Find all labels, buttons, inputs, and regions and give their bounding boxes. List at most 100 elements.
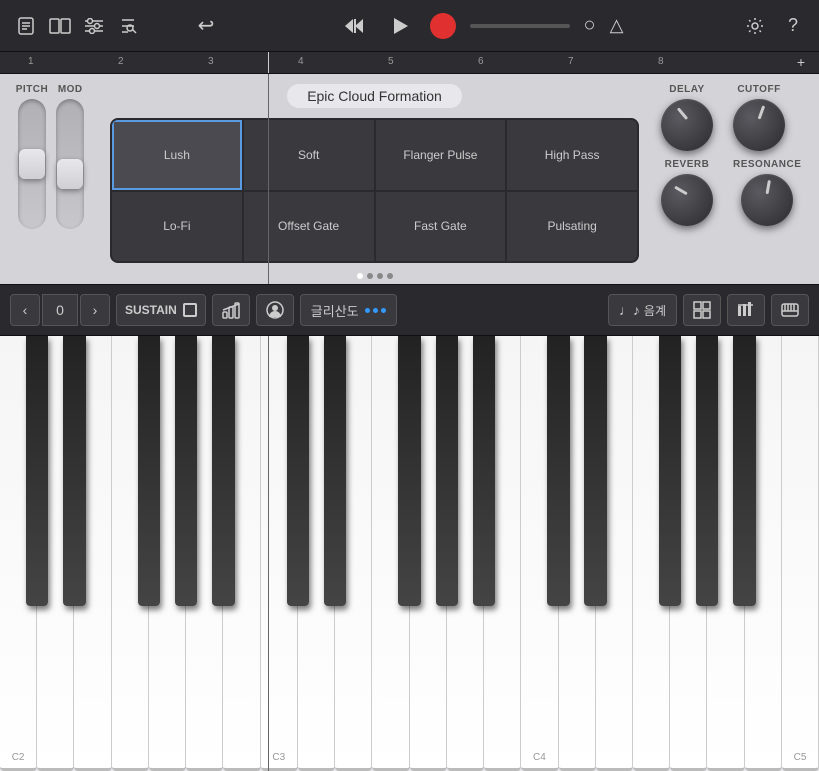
- playhead-line-timeline: [268, 52, 269, 73]
- pad-pulsating[interactable]: Pulsating: [507, 192, 637, 262]
- white-key-21[interactable]: C5: [782, 336, 819, 771]
- resonance-knob[interactable]: [741, 174, 793, 226]
- play-button[interactable]: [384, 10, 416, 42]
- pad-lo-fi[interactable]: Lo-Fi: [112, 192, 242, 262]
- black-key-0[interactable]: [26, 336, 48, 606]
- glissando-button[interactable]: 글리산도: [300, 294, 397, 326]
- prev-button[interactable]: ‹: [10, 294, 40, 326]
- keyboard-button[interactable]: [771, 294, 809, 326]
- page-dot-4[interactable]: [387, 273, 393, 279]
- pad-high-pass[interactable]: High Pass: [507, 120, 637, 190]
- black-key-15[interactable]: [584, 336, 606, 606]
- pitch-thumb: [19, 149, 45, 179]
- metronome-icon[interactable]: ○: [584, 14, 596, 37]
- cutoff-label: CUTOFF: [737, 84, 780, 95]
- rewind-button[interactable]: [338, 10, 370, 42]
- toolbar-left-group: [12, 12, 142, 40]
- record-button[interactable]: [430, 13, 456, 39]
- black-key-14[interactable]: [547, 336, 569, 606]
- black-key-4[interactable]: [175, 336, 197, 606]
- pitch-slider[interactable]: [18, 99, 46, 229]
- nav-group: ‹ 0 ›: [10, 294, 110, 326]
- mod-slider-container: MOD: [56, 84, 84, 229]
- undo-icon[interactable]: ↩: [192, 12, 220, 40]
- timeline: 1 2 3 4 5 6 7 8 +: [0, 52, 819, 74]
- velocity-button[interactable]: [727, 294, 765, 326]
- black-key-8[interactable]: [324, 336, 346, 606]
- add-track-icon[interactable]: +: [797, 54, 805, 70]
- pad-label-high-pass: High Pass: [545, 148, 600, 162]
- slider-group: PITCH MOD: [16, 84, 85, 229]
- preset-name-bar[interactable]: Epic Cloud Formation: [287, 84, 462, 108]
- timeline-mark-5: 5: [388, 56, 394, 67]
- pitch-slider-container: PITCH: [16, 84, 49, 229]
- cutoff-knob-container: CUTOFF: [733, 84, 785, 151]
- pad-label-fast-gate: Fast Gate: [414, 219, 467, 233]
- tempo-icon[interactable]: △: [610, 15, 624, 36]
- sustain-button[interactable]: SUSTAIN: [116, 294, 206, 326]
- black-key-11[interactable]: [436, 336, 458, 606]
- black-key-18[interactable]: [696, 336, 718, 606]
- black-key-12[interactable]: [473, 336, 495, 606]
- document-icon[interactable]: [12, 12, 40, 40]
- dot-3: [381, 308, 386, 313]
- knobs-section: DELAY CUTOFF REVERB RESONANCE: [649, 74, 819, 284]
- arpeggio-button[interactable]: [212, 294, 250, 326]
- toolbar: ↩ ○ △ ?: [0, 0, 819, 52]
- timeline-marks: 1 2 3 4 5 6 7 8 +: [8, 52, 811, 73]
- pad-lush[interactable]: Lush: [112, 120, 242, 190]
- cutoff-knob[interactable]: [733, 99, 785, 151]
- pad-soft[interactable]: Soft: [244, 120, 374, 190]
- mod-thumb: [57, 159, 83, 189]
- reverb-knob[interactable]: [661, 174, 713, 226]
- pitch-mod-section: PITCH MOD: [0, 74, 100, 284]
- black-key-3[interactable]: [138, 336, 160, 606]
- reverb-label: REVERB: [665, 159, 710, 170]
- right-controls: ♩♪ 음계: [608, 294, 809, 326]
- mod-slider[interactable]: [56, 99, 84, 229]
- keyboard-area: C2C3C4C5: [0, 336, 819, 771]
- sustain-label: SUSTAIN: [125, 303, 177, 317]
- progress-bar[interactable]: [470, 24, 570, 28]
- key-label-c2: C2: [12, 752, 25, 763]
- page-dot-3[interactable]: [377, 273, 383, 279]
- black-key-19[interactable]: [733, 336, 755, 606]
- chord-button[interactable]: [256, 294, 294, 326]
- pad-flanger-pulse[interactable]: Flanger Pulse: [376, 120, 506, 190]
- pitch-label: PITCH: [16, 84, 49, 95]
- pad-label-soft: Soft: [298, 148, 319, 162]
- page-dots: [357, 273, 393, 279]
- mixer-icon[interactable]: [80, 12, 108, 40]
- pad-fast-gate[interactable]: Fast Gate: [376, 192, 506, 262]
- notes-label: 음계: [644, 302, 666, 319]
- key-label-c3: C3: [272, 752, 285, 763]
- black-key-17[interactable]: [659, 336, 681, 606]
- black-key-5[interactable]: [212, 336, 234, 606]
- resonance-label: RESONANCE: [733, 159, 801, 170]
- pad-offset-gate[interactable]: Offset Gate: [244, 192, 374, 262]
- help-icon[interactable]: ?: [779, 12, 807, 40]
- main-area: PITCH MOD Epic Cloud Formation Lush Soft: [0, 74, 819, 284]
- glissando-dots: [365, 308, 386, 313]
- grid-button[interactable]: [683, 294, 721, 326]
- next-button[interactable]: ›: [80, 294, 110, 326]
- key-label-c5: C5: [794, 752, 807, 763]
- browser-icon[interactable]: [114, 12, 142, 40]
- page-dot-1[interactable]: [357, 273, 363, 279]
- delay-knob[interactable]: [661, 99, 713, 151]
- page-dot-2[interactable]: [367, 273, 373, 279]
- tracks-view-icon[interactable]: [46, 12, 74, 40]
- timeline-mark-7: 7: [568, 56, 574, 67]
- pad-label-offset-gate: Offset Gate: [278, 219, 339, 233]
- pads-grid: Lush Soft Flanger Pulse High Pass Lo-Fi …: [110, 118, 639, 263]
- notes-button[interactable]: ♩♪ 음계: [608, 294, 677, 326]
- delay-knob-container: DELAY: [661, 84, 713, 151]
- black-key-1[interactable]: [63, 336, 85, 606]
- pad-label-flanger-pulse: Flanger Pulse: [403, 148, 477, 162]
- pad-label-lo-fi: Lo-Fi: [163, 219, 190, 233]
- black-key-7[interactable]: [287, 336, 309, 606]
- timeline-mark-1: 1: [28, 56, 34, 67]
- keyboard-container: C2C3C4C5: [0, 336, 819, 771]
- black-key-10[interactable]: [398, 336, 420, 606]
- settings-icon[interactable]: [741, 12, 769, 40]
